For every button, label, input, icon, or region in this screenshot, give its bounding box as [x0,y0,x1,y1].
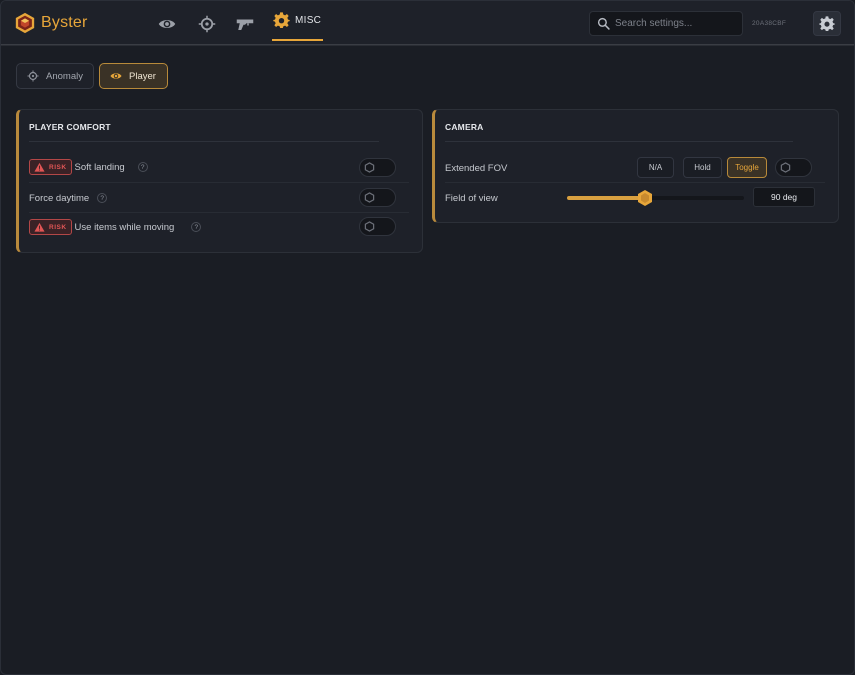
warning-icon [34,162,45,172]
setting-label: Use items while moving [74,221,175,233]
fov-slider[interactable] [567,190,744,206]
hwid-label: 20A38CBF [752,20,787,27]
subtab-player[interactable]: Player [99,63,168,89]
mode-toggle-button[interactable]: Toggle [727,157,767,178]
search-input[interactable] [615,18,735,29]
panel-title: CAMERA [445,122,484,132]
risk-badge: RISK [29,159,72,175]
eye-icon [158,20,176,28]
settings-button[interactable] [813,11,841,36]
gear-icon [819,15,835,31]
fov-slider-fill [567,196,645,200]
gun-icon [236,19,254,30]
subtab-anomaly-label: Anomaly [46,70,83,82]
player-comfort-panel: PLAYER COMFORT RISK Soft landing ? Force… [16,109,423,253]
subtab-player-label: Player [129,70,156,82]
extended-fov-toggle[interactable] [775,158,812,177]
setting-row-use-items-while-moving: RISK Use items while moving ? [29,212,202,242]
gear-icon [273,11,290,28]
setting-label: Extended FOV [445,162,508,174]
fov-value-field[interactable]: 90 deg [753,187,815,207]
use-items-while-moving-toggle[interactable] [359,217,396,236]
app-name: Byster [41,14,88,31]
setting-row-field-of-view: Field of view [445,183,498,213]
mode-na-button[interactable]: N/A [637,157,674,178]
crosshair-icon [198,15,216,33]
risk-label: RISK [49,163,67,171]
row-divider [445,182,825,183]
help-icon[interactable]: ? [97,193,108,203]
setting-row-force-daytime: Force daytime ? [29,183,108,213]
nav-tab-visuals[interactable] [156,13,178,35]
panel-title: PLAYER COMFORT [29,122,111,132]
hexagon-icon [780,162,791,173]
app-logo: Byster [14,12,88,34]
nav-tab-misc-label: MISC [295,14,322,26]
mode-hold-button[interactable]: Hold [683,157,722,178]
setting-label: Force daytime [29,192,90,204]
nav-tab-weapons[interactable] [234,13,256,35]
subtab-anomaly[interactable]: Anomaly [16,63,94,89]
search-box[interactable] [589,11,743,36]
panel-divider [445,141,793,142]
panel-divider [29,141,379,142]
eye-icon [110,73,122,79]
byster-logo-icon [15,12,35,34]
risk-badge: RISK [29,219,72,235]
crosshair-icon [27,70,39,82]
app-window: Byster MISC Search settings... 20A38CBF … [0,0,855,675]
setting-row-extended-fov: Extended FOV [445,153,507,183]
setting-row-soft-landing: RISK Soft landing ? [29,152,148,182]
risk-label: RISK [49,223,67,231]
help-icon[interactable]: ? [137,162,148,172]
camera-panel: CAMERA Extended FOV N/A Hold Toggle Fiel… [432,109,839,223]
setting-label: Field of view [445,192,498,204]
hexagon-icon [364,192,375,203]
search-icon [597,17,610,30]
nav-tab-misc[interactable]: MISC [272,1,323,41]
warning-icon [34,222,45,232]
slider-thumb[interactable] [638,190,652,206]
top-bar: Byster MISC Search settings... 20A38CBF [1,1,854,45]
soft-landing-toggle[interactable] [359,158,396,177]
nav-tab-aim[interactable] [196,13,218,35]
force-daytime-toggle[interactable] [359,188,396,207]
setting-label: Soft landing [74,161,125,173]
hexagon-icon [364,162,375,173]
hexagon-icon [364,221,375,232]
help-icon[interactable]: ? [191,222,202,232]
